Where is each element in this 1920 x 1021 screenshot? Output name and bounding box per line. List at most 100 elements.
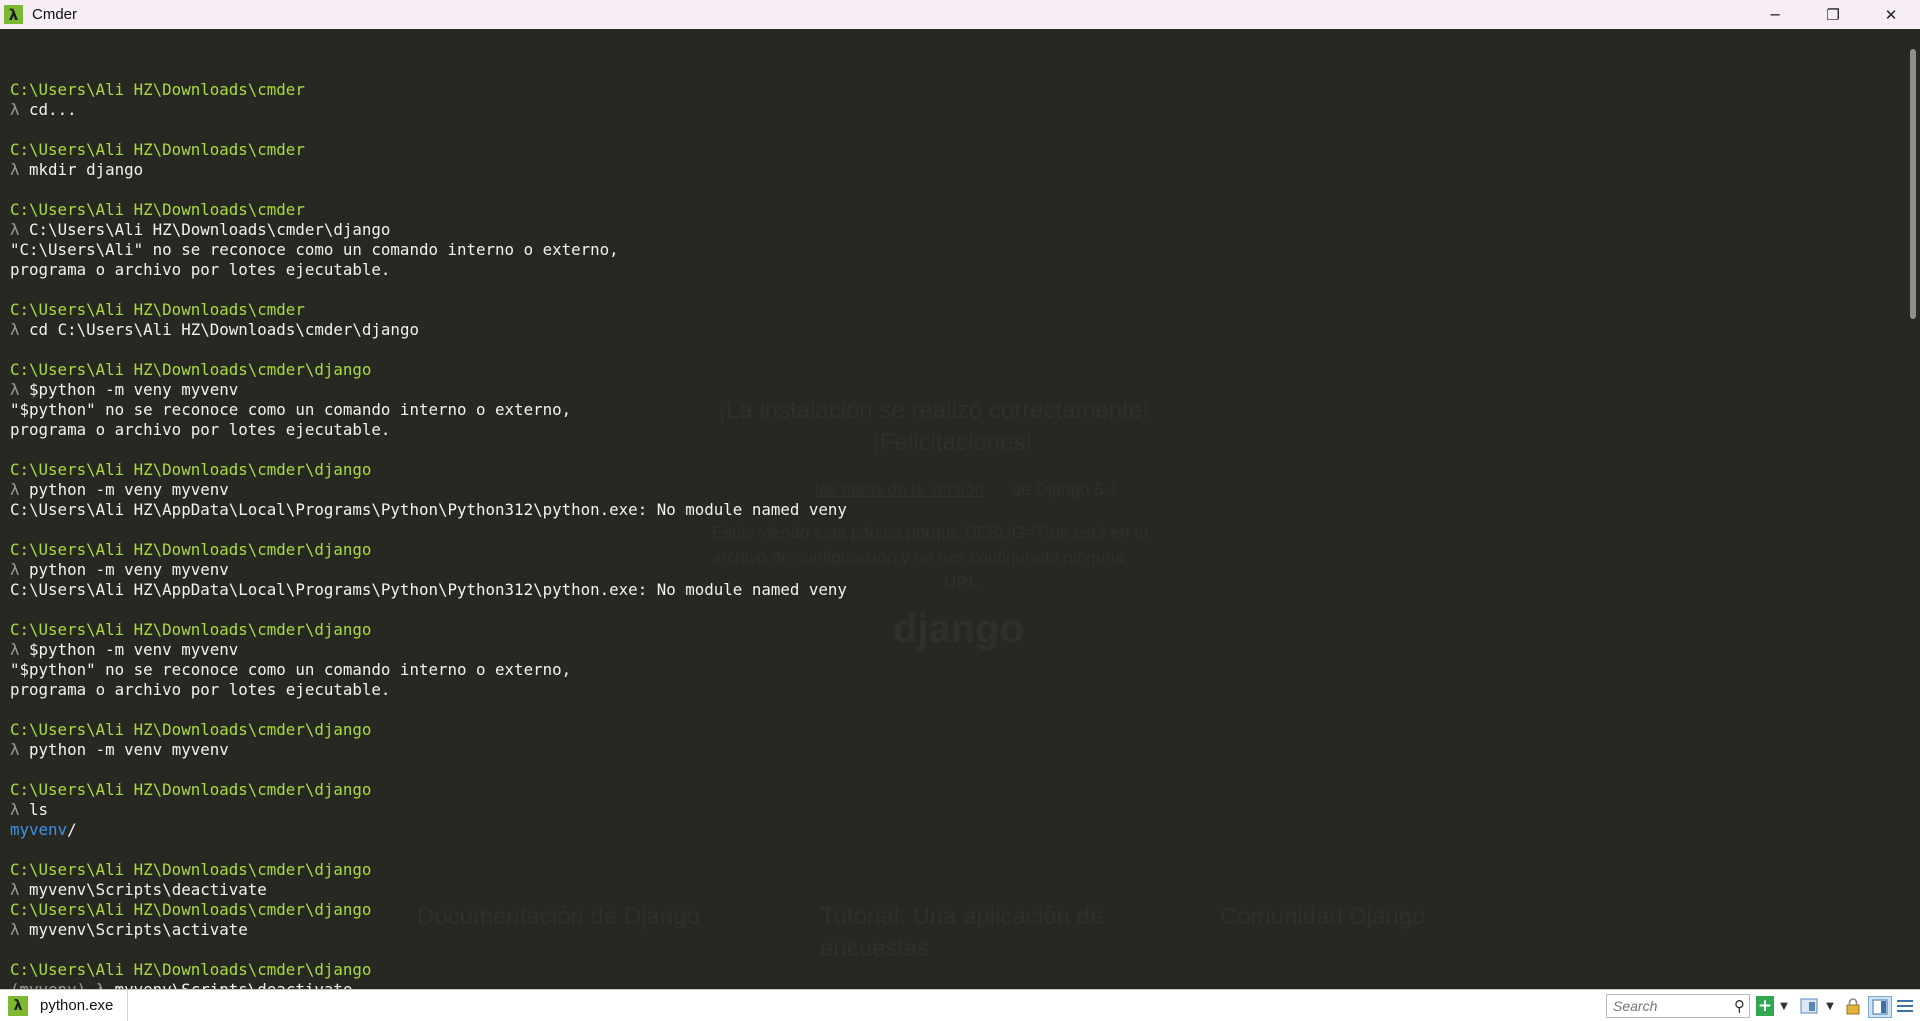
terminal-command-line: λ python -m veny myvenv	[10, 560, 847, 580]
prompt-path-text: C:\Users\Ali HZ\Downloads\cmder\django	[10, 780, 372, 799]
prompt-path-text: C:\Users\Ali HZ\Downloads\cmder	[10, 80, 305, 99]
prompt-path-text: C:\Users\Ali HZ\Downloads\cmder\django	[10, 360, 372, 379]
terminal-output-line: "$python" no se reconoce como un comando…	[10, 660, 847, 680]
terminal-output-line: "$python" no se reconoce como un comando…	[10, 400, 847, 420]
terminal-command-line: λ myvenv\Scripts\deactivate	[10, 880, 847, 900]
tab-python-exe[interactable]: λ python.exe	[0, 990, 129, 1021]
command-text: cd C:\Users\Ali HZ\Downloads\cmder\djang…	[29, 320, 419, 339]
menu-button[interactable]	[1896, 996, 1914, 1016]
terminal-command-line: λ $python -m veny myvenv	[10, 380, 847, 400]
terminal-prompt-path: C:\Users\Ali HZ\Downloads\cmder\django	[10, 960, 847, 980]
terminal-command-line: λ mkdir django	[10, 160, 847, 180]
output-text: "$python" no se reconoce como un comando…	[10, 400, 572, 419]
terminal-prompt-path: C:\Users\Ali HZ\Downloads\cmder	[10, 140, 847, 160]
terminal-prompt-path: C:\Users\Ali HZ\Downloads\cmder\django	[10, 620, 847, 640]
output-text: programa o archivo por lotes ejecutable.	[10, 420, 391, 439]
terminal-prompt-path: C:\Users\Ali HZ\Downloads\cmder\django	[10, 900, 847, 920]
tab-label: python.exe	[40, 997, 114, 1014]
command-text: python -m venv myvenv	[29, 740, 229, 759]
ghost-notes-rest: de Django 5.1	[1012, 480, 1118, 499]
terminal-command-line: λ cd C:\Users\Ali HZ\Downloads\cmder\dja…	[10, 320, 847, 340]
prompt-lambda-icon: λ	[10, 160, 30, 179]
minimize-button[interactable]: ─	[1746, 0, 1804, 29]
prompt-path-text: C:\Users\Ali HZ\Downloads\cmder	[10, 140, 305, 159]
status-bar: λ python.exe ⚲ + ▼ ▼	[0, 989, 1920, 1021]
terminal-command-line: λ python -m veny myvenv	[10, 480, 847, 500]
search-icon: ⚲	[1734, 997, 1745, 1015]
terminal-prompt-path: C:\Users\Ali HZ\Downloads\cmder	[10, 300, 847, 320]
prompt-path-text: C:\Users\Ali HZ\Downloads\cmder	[10, 200, 305, 219]
new-console-button[interactable]: +	[1756, 996, 1774, 1016]
terminal-console[interactable]: ¡La instalación se realizó correctamente…	[0, 29, 1900, 989]
close-button[interactable]: ✕	[1862, 0, 1920, 29]
panel-icon	[1872, 999, 1888, 1015]
output-text: C:\Users\Ali HZ\AppData\Local\Programs\P…	[10, 580, 847, 599]
prompt-lambda-icon: λ	[10, 100, 30, 119]
prompt-lambda-icon: λ	[10, 220, 30, 239]
terminal-output-line: programa o archivo por lotes ejecutable.	[10, 420, 847, 440]
command-text: C:\Users\Ali HZ\Downloads\cmder\django	[29, 220, 391, 239]
terminal-prompt-path: C:\Users\Ali HZ\Downloads\cmder\django	[10, 460, 847, 480]
output-text: "$python" no se reconoce como un comando…	[10, 660, 572, 679]
terminal-command-line: λ cd...	[10, 100, 847, 120]
title-bar: λ Cmder ─ ❐ ✕	[0, 0, 1920, 29]
terminal-output-line: "C:\Users\Ali" no se reconoce como un co…	[10, 240, 847, 260]
command-text: $python -m venv myvenv	[29, 640, 239, 659]
prompt-lambda-icon: λ	[96, 980, 115, 989]
venv-prefix: (myvenv)	[10, 980, 96, 989]
terminal-command-line: λ $python -m venv myvenv	[10, 640, 847, 660]
panel-toggle-button[interactable]	[1868, 996, 1892, 1018]
window-controls: ─ ❐ ✕	[1746, 0, 1920, 29]
terminal-output-line: programa o archivo por lotes ejecutable.	[10, 260, 847, 280]
terminal-output-line: C:\Users\Ali HZ\AppData\Local\Programs\P…	[10, 580, 847, 600]
terminal-command-line: λ ls	[10, 800, 847, 820]
command-text: myvenv\Scripts\deactivate	[115, 980, 353, 989]
lock-button[interactable]	[1844, 996, 1862, 1016]
split-view-dropdown-icon[interactable]: ▼	[1824, 996, 1836, 1016]
cmder-lambda-icon: λ	[8, 995, 28, 1016]
split-view-button[interactable]	[1800, 996, 1818, 1016]
ghost-debug-3: URL.	[944, 573, 983, 592]
close-icon: ✕	[1884, 5, 1898, 24]
prompt-lambda-icon: λ	[10, 740, 30, 759]
prompt-path-text: C:\Users\Ali HZ\Downloads\cmder\django	[10, 720, 372, 739]
new-console-dropdown-icon[interactable]: ▼	[1778, 996, 1790, 1016]
ghost-brand: django	[893, 607, 1025, 651]
terminal-command-line: λ myvenv\Scripts\activate	[10, 920, 847, 940]
search-input[interactable]	[1611, 997, 1725, 1015]
restore-icon: ❐	[1826, 5, 1840, 24]
ghost-footer-community: Comunidad Django	[1220, 903, 1426, 930]
window-title: Cmder	[32, 6, 78, 23]
prompt-lambda-icon: λ	[10, 480, 30, 499]
prompt-lambda-icon: λ	[10, 560, 30, 579]
prompt-path-text: C:\Users\Ali HZ\Downloads\cmder\django	[10, 900, 372, 919]
command-text: myvenv\Scripts\activate	[29, 920, 248, 939]
terminal-prompt-path: C:\Users\Ali HZ\Downloads\cmder\django	[10, 540, 847, 560]
terminal-prompt-path: C:\Users\Ali HZ\Downloads\cmder	[10, 80, 847, 100]
vertical-scrollbar[interactable]	[1900, 29, 1920, 989]
output-text: "C:\Users\Ali" no se reconoce como un co…	[10, 240, 619, 259]
prompt-lambda-icon: λ	[10, 320, 30, 339]
prompt-path-text: C:\Users\Ali HZ\Downloads\cmder\django	[10, 620, 372, 639]
ghost-footer-tutorial: Tutorial: Una aplicación de	[820, 903, 1104, 930]
command-text: ls	[29, 800, 49, 819]
hamburger-menu-icon	[1897, 1000, 1913, 1012]
scrollbar-thumb[interactable]	[1910, 49, 1916, 319]
terminal-prompt-path: C:\Users\Ali HZ\Downloads\cmder\django	[10, 780, 847, 800]
command-text: mkdir django	[29, 160, 144, 179]
prompt-path-text: C:\Users\Ali HZ\Downloads\cmder\django	[10, 860, 372, 879]
prompt-path-text: C:\Users\Ali HZ\Downloads\cmder	[10, 300, 305, 319]
cmder-lambda-icon: λ	[4, 5, 23, 24]
terminal-prompt-path: C:\Users\Ali HZ\Downloads\cmder	[10, 200, 847, 220]
search-box[interactable]: ⚲	[1606, 994, 1750, 1018]
command-text: myvenv\Scripts\deactivate	[29, 880, 267, 899]
terminal-command-line: λ C:\Users\Ali HZ\Downloads\cmder\django	[10, 220, 847, 240]
restore-button[interactable]: ❐	[1804, 0, 1862, 29]
prompt-path-text: C:\Users\Ali HZ\Downloads\cmder\django	[10, 460, 372, 479]
terminal-command-line: λ python -m venv myvenv	[10, 740, 847, 760]
output-text: programa o archivo por lotes ejecutable.	[10, 260, 391, 279]
